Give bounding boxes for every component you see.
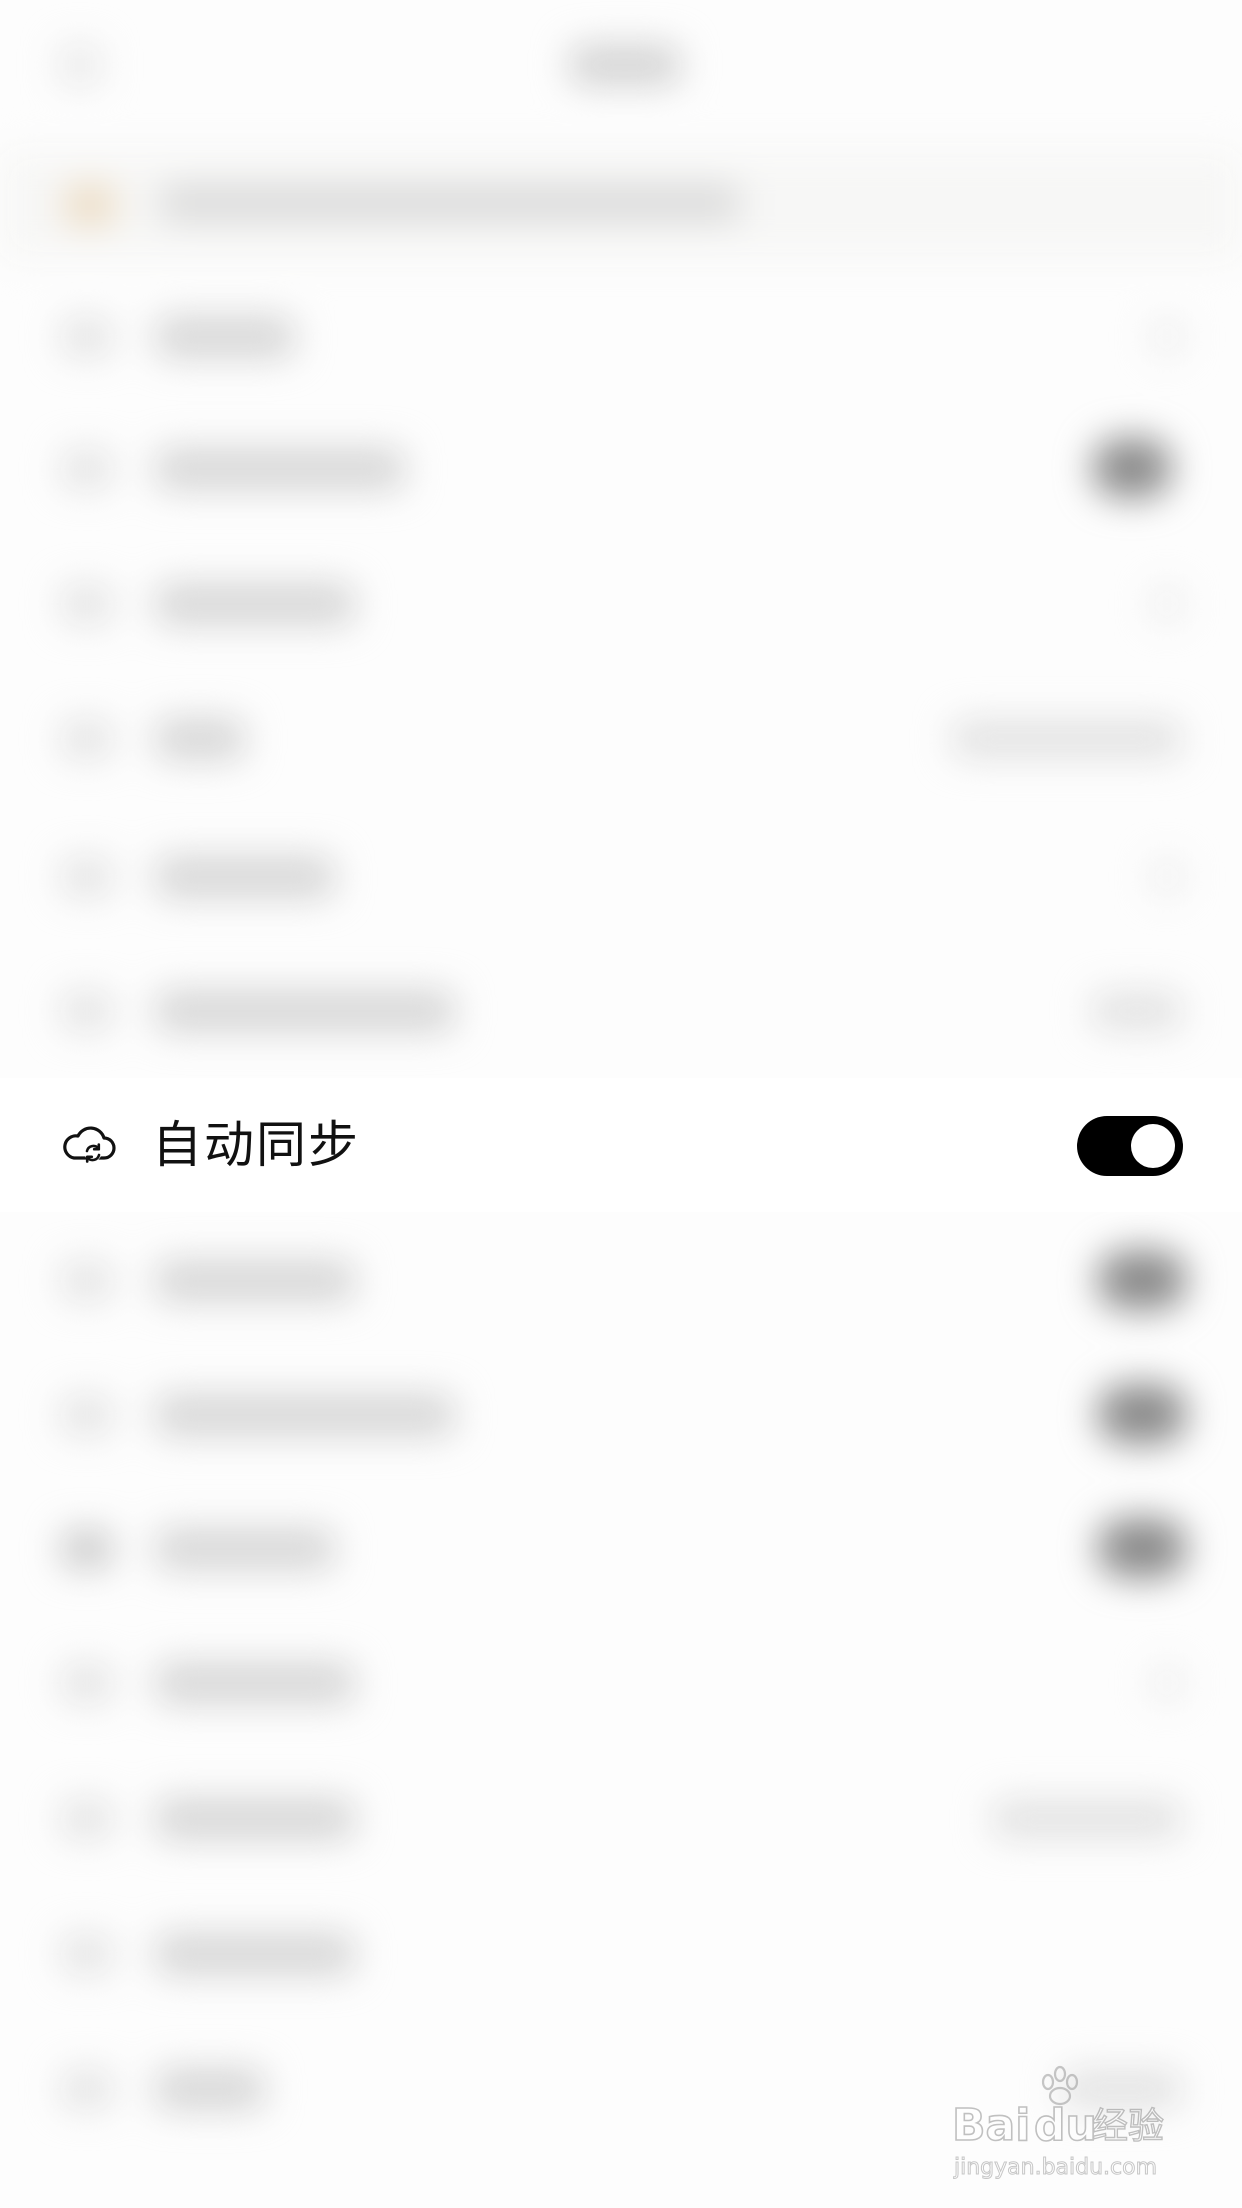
svg-text:du: du (1034, 2100, 1097, 2151)
toggle-knob (1131, 1124, 1175, 1168)
blurred-row (0, 1614, 1242, 1750)
blurred-row (0, 535, 1242, 671)
blurred-back-icon (60, 45, 100, 85)
blurred-banner-text (160, 185, 740, 221)
auto-sync-toggle[interactable] (1077, 1116, 1183, 1176)
blurred-row (0, 400, 1242, 536)
blurred-header (0, 0, 1242, 130)
svg-text:Bai: Bai (952, 2100, 1030, 2151)
blurred-row (0, 670, 1242, 806)
svg-text:经验: 经验 (1092, 2106, 1164, 2147)
blurred-row (0, 1480, 1242, 1616)
blurred-row (0, 942, 1242, 1078)
auto-sync-row[interactable]: 自动同步 (0, 1078, 1242, 1212)
baidu-jingyan-watermark: Bai du 经验 jingyan.baidu.com (950, 2062, 1180, 2182)
blurred-row (0, 808, 1242, 944)
auto-sync-label: 自动同步 (152, 1116, 360, 1174)
blurred-row (0, 1212, 1242, 1348)
blurred-row (0, 1750, 1242, 1886)
svg-text:jingyan.baidu.com: jingyan.baidu.com (953, 2155, 1157, 2180)
blurred-row (0, 1885, 1242, 2021)
cloud-sync-icon (60, 1120, 118, 1170)
blurred-row (0, 268, 1242, 404)
settings-page: 自动同步 Bai du 经验 jingyan.baidu.com (0, 0, 1242, 2208)
blurred-banner-icon (65, 185, 115, 225)
blurred-row (0, 1346, 1242, 1482)
blurred-page-title (570, 45, 680, 85)
